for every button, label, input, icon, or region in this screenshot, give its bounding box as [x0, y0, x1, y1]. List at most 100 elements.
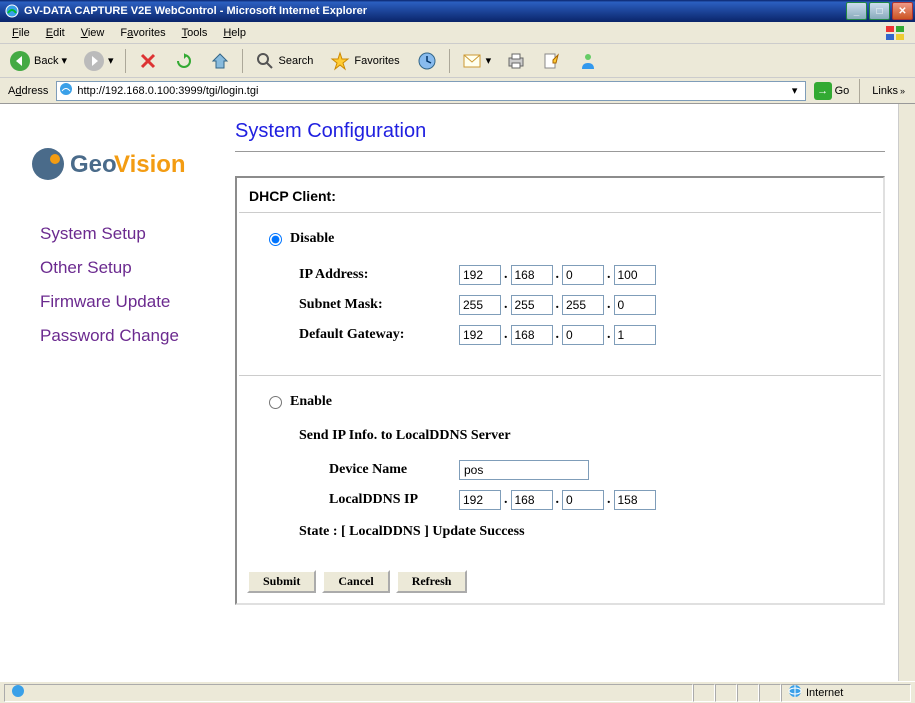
- chevron-right-icon: »: [900, 86, 905, 96]
- menu-bar: File Edit View Favorites Tools Help: [0, 22, 915, 44]
- search-button[interactable]: Search: [249, 47, 321, 75]
- mail-button[interactable]: ▾: [456, 47, 497, 75]
- mask-octet-3[interactable]: [562, 295, 604, 315]
- messenger-button[interactable]: [572, 47, 604, 75]
- ddns-octet-1[interactable]: [459, 490, 501, 510]
- mask-octet-2[interactable]: [511, 295, 553, 315]
- history-icon: [416, 50, 438, 72]
- menu-favorites[interactable]: Favorites: [112, 25, 173, 41]
- menu-edit[interactable]: Edit: [38, 25, 73, 41]
- ip-address-label: IP Address:: [299, 267, 459, 283]
- ip-octet-2[interactable]: [511, 265, 553, 285]
- window-title: GV-DATA CAPTURE V2E WebControl - Microso…: [24, 5, 846, 17]
- gw-octet-2[interactable]: [511, 325, 553, 345]
- nav-system-setup[interactable]: System Setup: [10, 224, 215, 244]
- main-panel: System Configuration DHCP Client: Disabl…: [225, 104, 915, 681]
- mail-icon: [461, 50, 483, 72]
- nav-firmware-update[interactable]: Firmware Update: [10, 292, 215, 312]
- ip-octet-1[interactable]: [459, 265, 501, 285]
- go-label: Go: [835, 85, 850, 97]
- ddns-octet-4[interactable]: [614, 490, 656, 510]
- address-input[interactable]: [73, 85, 786, 97]
- window-titlebar: GV-DATA CAPTURE V2E WebControl - Microso…: [0, 0, 915, 22]
- gw-octet-4[interactable]: [614, 325, 656, 345]
- address-input-wrapper[interactable]: ▾: [56, 81, 805, 101]
- gateway-label: Default Gateway:: [299, 327, 459, 343]
- chevron-down-icon: ▾: [108, 54, 114, 67]
- ddns-octet-2[interactable]: [511, 490, 553, 510]
- page-done-icon: [11, 684, 25, 701]
- menu-file[interactable]: File: [4, 25, 38, 41]
- ie-app-icon: [4, 3, 20, 19]
- status-zone: Internet: [781, 684, 911, 702]
- history-button[interactable]: [411, 47, 443, 75]
- status-pane-2: [715, 684, 737, 702]
- disable-label: Disable: [290, 231, 334, 247]
- status-main: [4, 684, 693, 702]
- device-name-input[interactable]: [459, 460, 589, 480]
- go-button[interactable]: → Go: [810, 81, 854, 101]
- svg-text:Geo: Geo: [70, 151, 117, 178]
- config-form: DHCP Client: Disable IP Address: . . .: [235, 176, 885, 605]
- favorites-button[interactable]: Favorites: [324, 47, 406, 75]
- stop-button[interactable]: [132, 47, 164, 75]
- brand-logo: Geo Vision: [10, 144, 215, 184]
- status-pane-3: [737, 684, 759, 702]
- device-name-label: Device Name: [329, 462, 459, 478]
- internet-zone-icon: [788, 684, 802, 701]
- forward-icon: [83, 50, 105, 72]
- page-icon: [59, 82, 73, 99]
- refresh-form-button[interactable]: Refresh: [396, 570, 468, 593]
- gw-octet-1[interactable]: [459, 325, 501, 345]
- ip-octet-4[interactable]: [614, 265, 656, 285]
- ip-octet-3[interactable]: [562, 265, 604, 285]
- submit-button[interactable]: Submit: [247, 570, 316, 593]
- person-icon: [577, 50, 599, 72]
- go-arrow-icon: →: [814, 82, 832, 100]
- ddns-octet-3[interactable]: [562, 490, 604, 510]
- nav-password-change[interactable]: Password Change: [10, 326, 215, 346]
- ddns-state: State : [ LocalDDNS ] Update Success: [299, 524, 861, 540]
- edit-icon: [541, 50, 563, 72]
- address-label: Address: [4, 85, 52, 97]
- chevron-down-icon: ▾: [61, 54, 67, 67]
- menu-tools[interactable]: Tools: [174, 25, 216, 41]
- minimize-button[interactable]: _: [846, 2, 867, 20]
- favorites-label: Favorites: [354, 55, 399, 67]
- close-button[interactable]: ✕: [892, 2, 913, 20]
- nav-other-setup[interactable]: Other Setup: [10, 258, 215, 278]
- menu-help[interactable]: Help: [215, 25, 254, 41]
- print-button[interactable]: [500, 47, 532, 75]
- enable-label: Enable: [290, 394, 332, 410]
- forward-button[interactable]: ▾: [78, 47, 119, 75]
- status-pane-4: [759, 684, 781, 702]
- cancel-button[interactable]: Cancel: [322, 570, 389, 593]
- menu-view[interactable]: View: [73, 25, 113, 41]
- home-button[interactable]: [204, 47, 236, 75]
- subnet-label: Subnet Mask:: [299, 297, 459, 313]
- star-icon: [329, 50, 351, 72]
- radio-enable[interactable]: [269, 396, 282, 409]
- links-button[interactable]: Links »: [866, 85, 911, 97]
- back-label: Back: [34, 55, 58, 67]
- mask-octet-4[interactable]: [614, 295, 656, 315]
- address-dropdown-icon[interactable]: ▾: [787, 84, 803, 97]
- status-bar: Internet: [0, 681, 915, 703]
- zone-label: Internet: [806, 687, 843, 699]
- refresh-icon: [173, 50, 195, 72]
- back-button[interactable]: Back ▾: [4, 47, 74, 75]
- links-label: Links: [872, 85, 898, 97]
- maximize-button[interactable]: □: [869, 2, 890, 20]
- mask-octet-1[interactable]: [459, 295, 501, 315]
- stop-icon: [137, 50, 159, 72]
- edit-page-button[interactable]: [536, 47, 568, 75]
- toolbar: Back ▾ ▾ Search Favorites: [0, 44, 915, 78]
- dhcp-header: DHCP Client:: [239, 180, 881, 213]
- radio-disable[interactable]: [269, 233, 282, 246]
- gw-octet-3[interactable]: [562, 325, 604, 345]
- vertical-scrollbar[interactable]: [898, 104, 915, 681]
- title-divider: [235, 151, 885, 152]
- refresh-button[interactable]: [168, 47, 200, 75]
- localddns-ip-label: LocalDDNS IP: [329, 492, 459, 508]
- sidebar: Geo Vision System Setup Other Setup Firm…: [0, 104, 225, 681]
